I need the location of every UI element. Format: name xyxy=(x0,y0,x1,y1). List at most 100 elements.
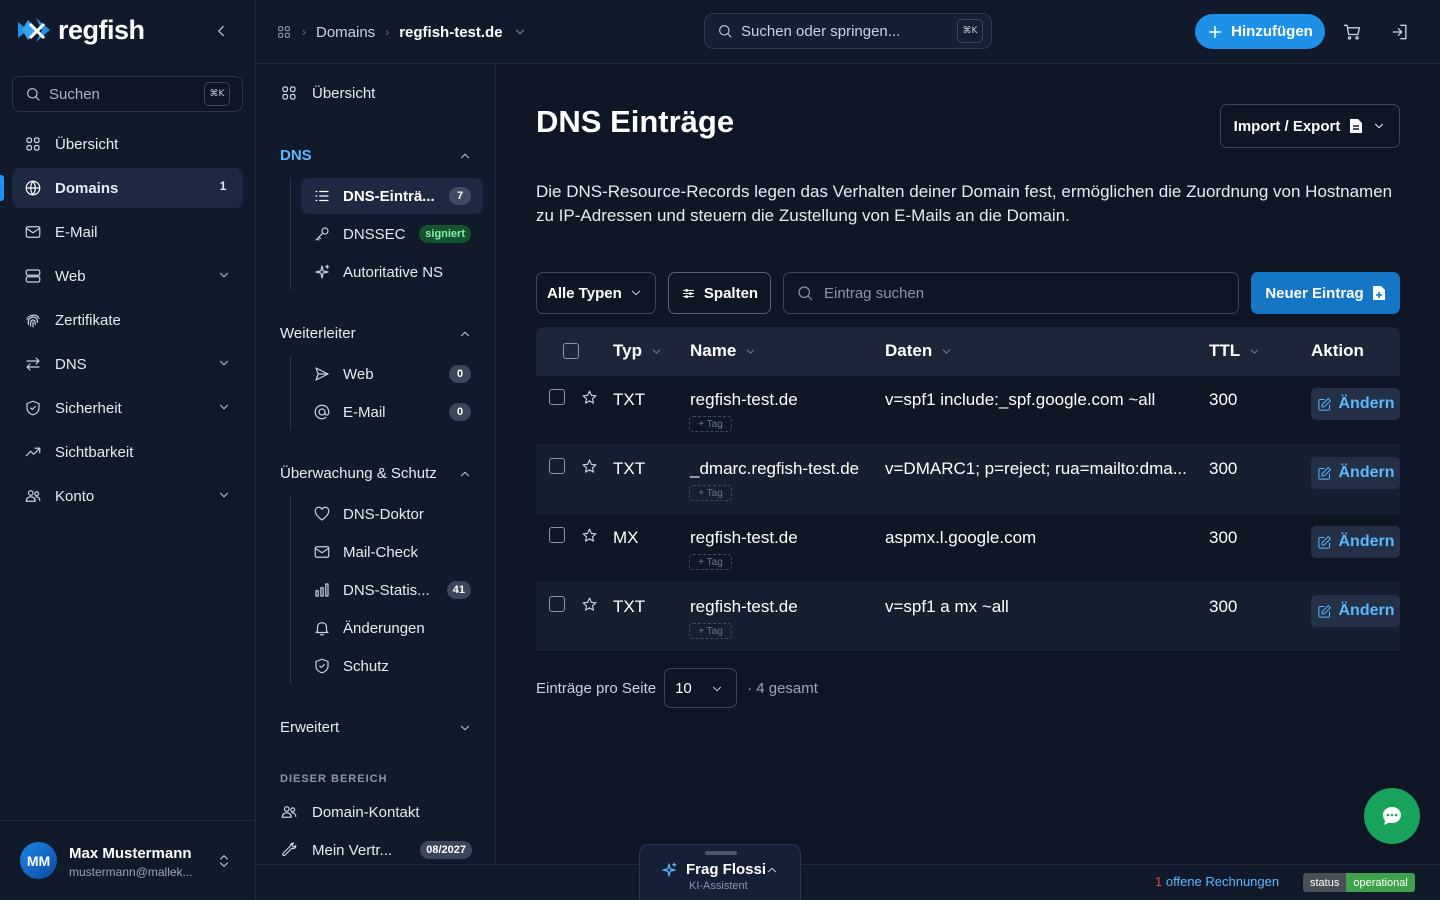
subnav-group-advanced[interactable]: Erweitert xyxy=(280,719,472,736)
col-name[interactable]: Name xyxy=(690,327,757,375)
subnav-item-label: Web xyxy=(343,365,374,383)
sidebar-item-security[interactable]: Sicherheit xyxy=(12,388,243,428)
subnav-item-dns-doctor[interactable]: DNS-Doktor xyxy=(301,496,483,532)
row-checkbox[interactable] xyxy=(549,389,565,405)
breadcrumb-current-domain[interactable]: regfish-test.de xyxy=(399,24,502,41)
chevron-up-icon xyxy=(768,867,776,873)
subnav-item-changes[interactable]: Änderungen xyxy=(301,610,483,646)
subnav-group-label: Überwachung & Schutz xyxy=(280,465,437,482)
chat-button[interactable] xyxy=(1364,788,1420,844)
chevron-up-icon xyxy=(461,153,469,159)
subnav-item-dnssec[interactable]: DNSSEC signiert xyxy=(301,216,483,252)
row-checkbox[interactable] xyxy=(549,596,565,612)
sidebar-item-label: DNS xyxy=(55,355,87,373)
add-tag-button[interactable]: + Tag xyxy=(689,554,732,570)
row-checkbox[interactable] xyxy=(549,458,565,474)
subnav-item-label: DNSSEC xyxy=(343,225,406,243)
sidebar-item-overview[interactable]: Übersicht xyxy=(12,124,243,164)
col-type[interactable]: Typ xyxy=(613,327,663,375)
grid-icon[interactable] xyxy=(276,24,292,40)
subnav-item-web-forward[interactable]: Web 0 xyxy=(301,356,483,392)
ai-assistant-panel-toggle[interactable]: Frag Flossi KI-Assistent xyxy=(639,844,801,900)
subnav-item-domain-contact[interactable]: Domain-Kontakt xyxy=(280,794,472,830)
record-ttl: 300 xyxy=(1209,390,1238,409)
main-content: DNS Einträge Import / Export Die DNS-Res… xyxy=(496,64,1440,864)
subnav-group-forwarders[interactable]: Weiterleiter xyxy=(280,325,472,342)
open-invoices-link[interactable]: 1 offene Rechnungen xyxy=(1155,874,1279,889)
chevron-down-icon[interactable] xyxy=(513,25,527,39)
add-button[interactable]: Hinzufügen xyxy=(1195,14,1325,49)
edit-icon xyxy=(1317,397,1331,411)
select-all-checkbox[interactable] xyxy=(563,327,579,375)
logout-icon[interactable] xyxy=(1390,22,1410,42)
status-badge[interactable]: status operational xyxy=(1303,873,1415,892)
add-tag-button[interactable]: + Tag xyxy=(689,485,732,501)
col-data[interactable]: Daten xyxy=(885,327,953,375)
subnav-item-dns-stats[interactable]: DNS-Statis... 41 xyxy=(301,572,483,608)
row-checkbox[interactable] xyxy=(549,527,565,543)
col-ttl[interactable]: TTL xyxy=(1209,327,1261,375)
chevron-down-icon xyxy=(220,272,228,278)
subnav-item-label: DNS-Doktor xyxy=(343,505,424,523)
sidebar-item-label: Sichtbarkeit xyxy=(55,443,134,461)
edit-record-button[interactable]: Ändern xyxy=(1311,457,1400,489)
type-filter-select[interactable]: Alle Typen xyxy=(536,272,656,314)
edit-record-button[interactable]: Ändern xyxy=(1311,526,1400,558)
page-size-select[interactable]: 10 xyxy=(664,668,738,708)
columns-button[interactable]: Spalten xyxy=(668,272,771,314)
star-icon[interactable] xyxy=(581,527,598,544)
star-icon[interactable] xyxy=(581,596,598,613)
record-name: regfish-test.de xyxy=(690,528,798,547)
regfish-logo-icon xyxy=(18,18,50,42)
sidebar-item-email[interactable]: E-Mail xyxy=(12,212,243,252)
shield-icon xyxy=(315,658,329,674)
sidebar-nav: Übersicht Domains 1 E-Mail Web Zertifika… xyxy=(12,124,243,520)
sidebar-item-dns[interactable]: DNS xyxy=(12,344,243,384)
record-type: TXT xyxy=(613,390,646,409)
subnav-item-mail-check[interactable]: Mail-Check xyxy=(301,534,483,570)
globe-icon xyxy=(25,180,41,196)
edit-record-button[interactable]: Ändern xyxy=(1311,595,1400,627)
global-search-input[interactable]: Suchen oder springen... ⌘K xyxy=(704,13,992,49)
subnav-group-dns[interactable]: DNS xyxy=(280,147,472,164)
sidebar-item-domains[interactable]: Domains 1 xyxy=(12,168,243,208)
add-tag-button[interactable]: + Tag xyxy=(689,416,732,432)
breadcrumb-domains[interactable]: Domains xyxy=(316,24,375,41)
sidebar-search-input[interactable]: Suchen ⌘K xyxy=(12,76,243,112)
sidebar-item-label: Übersicht xyxy=(55,135,119,153)
filter-bar: Alle Typen Spalten Eintrag suchen Neuer … xyxy=(536,272,1400,314)
drag-handle[interactable] xyxy=(705,851,737,855)
logo[interactable]: regfish xyxy=(16,14,145,46)
sidebar-item-certificates[interactable]: Zertifikate xyxy=(12,300,243,340)
subnav-overview[interactable]: Übersicht xyxy=(280,84,375,102)
add-tag-button[interactable]: + Tag xyxy=(689,623,732,639)
subnav-item-authoritative-ns[interactable]: Autoritative NS xyxy=(301,254,483,290)
page-size-label: Einträge pro Seite xyxy=(536,679,657,697)
subnav-item-dns-entries[interactable]: DNS-Einträ... 7 xyxy=(301,178,483,214)
record-data: v=DMARC1; p=reject; rua=mailto:dma... xyxy=(885,459,1187,478)
user-email: mustermann@mallek... xyxy=(69,865,193,879)
edit-record-button[interactable]: Ändern xyxy=(1311,388,1400,420)
subnav-item-protection[interactable]: Schutz xyxy=(301,648,483,684)
checkbox[interactable] xyxy=(563,343,579,359)
subnav-item-label: E-Mail xyxy=(343,403,386,421)
sidebar-item-account[interactable]: Konto xyxy=(12,476,243,516)
star-icon[interactable] xyxy=(581,389,598,406)
import-export-button[interactable]: Import / Export xyxy=(1220,104,1400,148)
cart-icon[interactable] xyxy=(1342,22,1362,42)
collapse-sidebar-button[interactable] xyxy=(212,22,232,42)
new-entry-button[interactable]: Neuer Eintrag xyxy=(1251,272,1400,314)
user-menu[interactable]: MM Max Mustermann mustermann@mallek... xyxy=(0,820,256,900)
subnav-item-contract[interactable]: Mein Vertr... 08/2027 xyxy=(280,832,472,868)
active-indicator xyxy=(0,175,4,201)
record-type: TXT xyxy=(613,597,646,616)
sidebar-item-visibility[interactable]: Sichtbarkeit xyxy=(12,432,243,472)
entry-search-input[interactable]: Eintrag suchen xyxy=(783,272,1239,314)
subnav-item-email-forward[interactable]: E-Mail 0 xyxy=(301,394,483,430)
sidebar-item-web[interactable]: Web xyxy=(12,256,243,296)
dns-records-table: Typ Name Daten TTL Aktion TXT regfish-te… xyxy=(536,327,1400,651)
edit-icon xyxy=(1317,466,1331,480)
subnav-group-monitoring[interactable]: Überwachung & Schutz xyxy=(280,465,472,482)
chat-bubble-icon xyxy=(1383,807,1401,825)
star-icon[interactable] xyxy=(581,458,598,475)
